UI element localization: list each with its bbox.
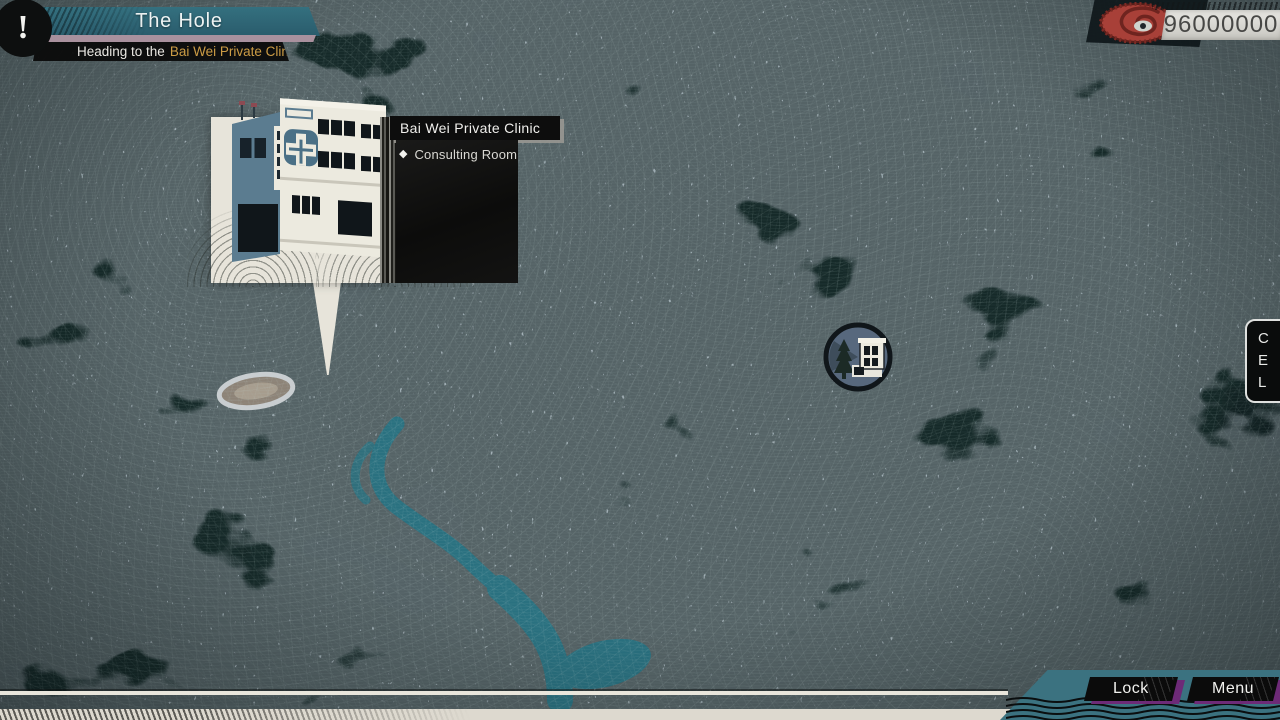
game-screen: Bai Wei Private Clinic ◆ Consulting Room (0, 0, 1280, 720)
currency-hatch-texture (1152, 2, 1280, 10)
subtitle-destination: Bai Wei Private Clinic (170, 44, 299, 59)
menu-item-consulting-room[interactable]: ◆ Consulting Room (396, 140, 518, 168)
bottom-divider-line (0, 691, 1008, 695)
cel-letter: L (1258, 373, 1280, 393)
clinic-map-marker[interactable] (822, 321, 894, 393)
popup-destination-menu: ◆ Consulting Room (396, 140, 518, 283)
lock-button-label: Lock (1113, 680, 1149, 698)
location-banner: The Hole (38, 7, 320, 36)
currency-display: 96000000 (1161, 10, 1280, 40)
popup-divider (380, 117, 396, 283)
currency-amount: 96000000 (1164, 10, 1280, 40)
destination-subtitle: Heading to theBai Wei Private Clinic (33, 42, 289, 61)
popup-location-title: Bai Wei Private Clinic (390, 116, 560, 140)
banner-accent-strip (44, 35, 316, 42)
menu-item-label: Consulting Room (414, 147, 517, 162)
lock-button[interactable]: Lock (1087, 677, 1175, 701)
cel-phone-tab[interactable]: C E L (1245, 319, 1280, 403)
menu-button-label: Menu (1212, 680, 1254, 698)
clinic-building-illustration (220, 86, 392, 286)
subtitle-prefix: Heading to the (77, 44, 165, 59)
diamond-bullet-icon: ◆ (399, 149, 407, 160)
map-building-speckle (0, 0, 1280, 720)
cel-letter: E (1258, 351, 1280, 371)
cel-letter: C (1258, 329, 1280, 349)
menu-button[interactable]: Menu (1190, 677, 1276, 701)
map-background (0, 0, 1280, 720)
